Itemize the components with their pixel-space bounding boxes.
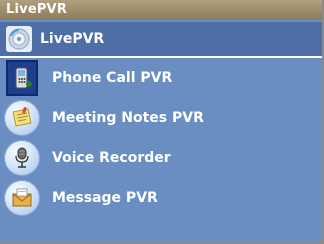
phone-icon <box>6 60 38 96</box>
header-title: LivePVR <box>40 31 105 47</box>
menu-item-label: Meeting Notes PVR <box>52 110 204 126</box>
menu-item-message-pvr[interactable]: Message PVR <box>0 178 322 218</box>
menu-item-voice-recorder[interactable]: Voice Recorder <box>0 138 322 178</box>
title-bar: LivePVR <box>0 0 322 20</box>
notes-icon <box>4 100 40 136</box>
menu-item-meeting-notes-pvr[interactable]: Meeting Notes PVR <box>0 98 322 138</box>
app-header: LivePVR <box>0 22 322 56</box>
window-title: LivePVR <box>6 2 68 17</box>
app-window: LivePVR LivePVR Phone Call PVR Meeting N… <box>0 0 324 244</box>
microphone-icon <box>4 140 40 176</box>
menu-item-label: Message PVR <box>52 190 158 206</box>
menu-item-phone-call-pvr[interactable]: Phone Call PVR <box>0 58 322 98</box>
menu-item-label: Phone Call PVR <box>52 70 173 86</box>
mail-icon <box>4 180 40 216</box>
livepvr-disc-icon <box>6 26 32 52</box>
menu-item-label: Voice Recorder <box>52 150 171 166</box>
